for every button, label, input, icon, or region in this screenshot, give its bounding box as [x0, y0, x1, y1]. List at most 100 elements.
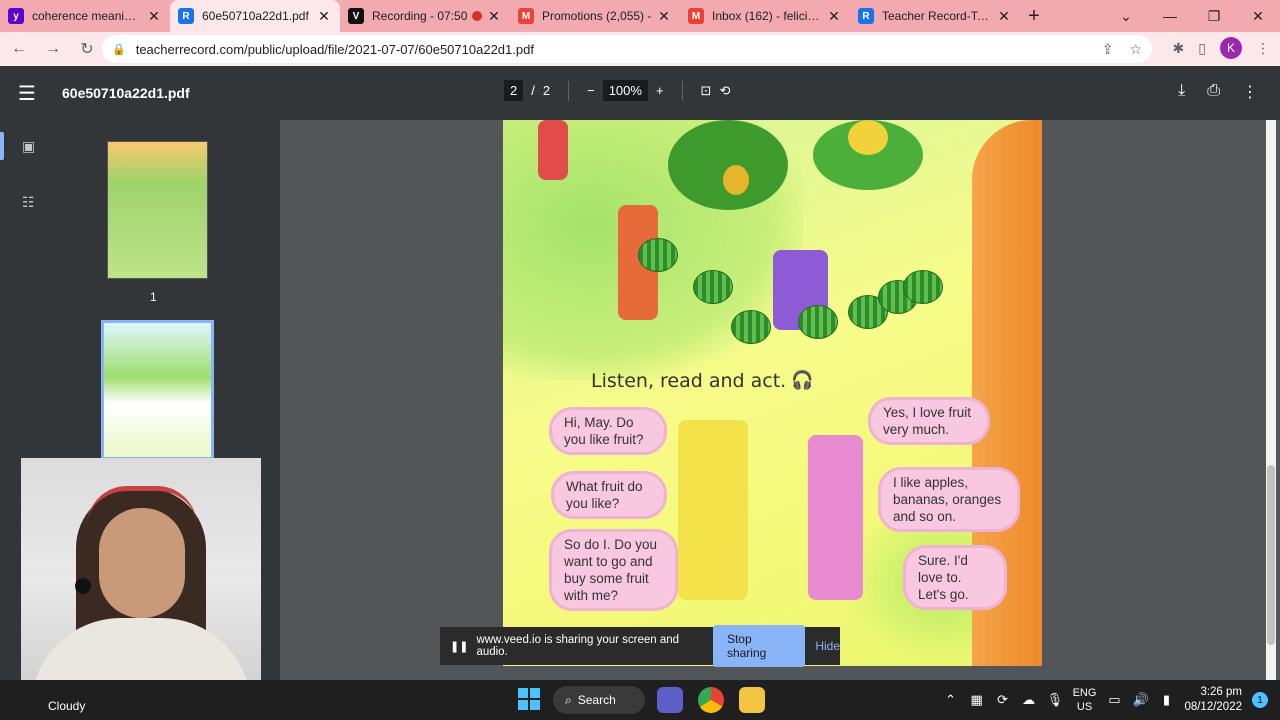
close-icon[interactable]: ✕	[656, 8, 672, 25]
hide-button[interactable]: Hide	[815, 639, 840, 653]
speech-bubble: Hi, May. Do you like fruit?	[552, 410, 664, 452]
file-explorer-icon[interactable]	[739, 687, 765, 713]
tab-title: Teacher Record-Teach	[882, 9, 992, 23]
pdf-viewer[interactable]: Listen, read and act. 🎧 Hi, May. Do you …	[280, 120, 1280, 680]
watermelon-illustration	[693, 270, 733, 304]
url-text: teacherrecord.com/public/upload/file/202…	[135, 41, 534, 57]
thumbnail-label: 1	[150, 290, 157, 304]
page-number-input[interactable]: 2	[504, 80, 524, 101]
teacher-record-icon: R	[858, 8, 874, 24]
scrollbar-thumb[interactable]	[1267, 465, 1275, 645]
profile-avatar[interactable]: K	[1220, 37, 1242, 59]
language-top: ENG	[1072, 687, 1097, 699]
weather-widget[interactable]: Cloudy	[48, 699, 85, 713]
volume-icon[interactable]: 🔊	[1132, 692, 1148, 708]
tab-promotions[interactable]: M Promotions (2,055) - ✕	[510, 0, 680, 32]
url-input[interactable]: 🔒 teacherrecord.com/public/upload/file/2…	[102, 35, 1152, 63]
notification-badge[interactable]: 1	[1252, 692, 1268, 708]
lesson-heading: Listen, read and act.	[591, 370, 787, 392]
close-icon[interactable]: ✕	[486, 8, 502, 25]
print-icon[interactable]: ⎙	[1207, 82, 1220, 102]
vertical-scrollbar[interactable]	[1266, 120, 1276, 680]
zoom-out-icon[interactable]: −	[587, 83, 595, 98]
tab-title: Promotions (2,055) -	[542, 9, 652, 23]
pdf-page: Listen, read and act. 🎧 Hi, May. Do you …	[503, 120, 1042, 666]
banana-illustration	[848, 120, 888, 155]
lock-icon: 🔒	[112, 43, 126, 56]
more-options-icon[interactable]: ⋮	[1242, 82, 1258, 102]
tab-title: Inbox (162) - feliciano	[712, 9, 822, 23]
zoom-input[interactable]: 100%	[602, 80, 648, 101]
stop-sharing-button[interactable]: Stop sharing	[712, 625, 806, 667]
may-illustration	[678, 420, 748, 600]
tab-teacher-record[interactable]: R Teacher Record-Teach ✕	[850, 0, 1020, 32]
tab-pdf[interactable]: R 60e50710a22d1.pdf ✕	[170, 0, 340, 32]
clock[interactable]: 3:26 pm 08/12/2022	[1184, 685, 1242, 715]
chrome-icon[interactable]	[698, 687, 724, 713]
page-separator: /	[531, 83, 535, 98]
reload-icon[interactable]: ↻	[72, 34, 102, 64]
chevron-up-icon[interactable]: ⌃	[943, 692, 959, 708]
windows-start-icon[interactable]	[518, 688, 540, 710]
webcam-overlay[interactable]	[21, 458, 261, 698]
fit-page-icon[interactable]: ⊡	[701, 83, 712, 99]
rotate-icon[interactable]: ⟲	[719, 83, 730, 99]
speech-bubble: I like apples, bananas, oranges and so o…	[881, 470, 1017, 529]
share-icon[interactable]: ⇪	[1102, 41, 1114, 58]
active-indicator	[0, 132, 4, 160]
battery-icon[interactable]: ▮	[1158, 692, 1174, 708]
pause-icon: ❚❚	[450, 640, 469, 653]
close-icon[interactable]: ✕	[996, 8, 1012, 25]
tab-recording[interactable]: V Recording - 07:50 ✕	[340, 0, 510, 32]
veed-icon: V	[348, 8, 364, 24]
zoom-in-icon[interactable]: +	[656, 83, 664, 98]
forward-icon[interactable]: →	[38, 34, 68, 64]
teams-chat-icon[interactable]	[657, 687, 683, 713]
headphones-icon: 🎧	[791, 370, 814, 390]
thumbnails-icon[interactable]: ▣	[22, 138, 40, 156]
app-tray-icon[interactable]: ▦	[969, 692, 985, 708]
restore-icon[interactable]: ❐	[1192, 0, 1236, 32]
extensions-icon[interactable]: ✱	[1173, 40, 1185, 57]
menu-icon[interactable]: ☰	[18, 81, 48, 106]
page-thumbnail-1[interactable]	[107, 141, 208, 279]
bookmark-star-icon[interactable]: ☆	[1129, 41, 1142, 58]
speech-bubble: Sure. I'd love to. Let's go.	[906, 548, 1004, 607]
tab-coherence[interactable]: y coherence meaning - ✕	[0, 0, 170, 32]
network-icon[interactable]: ▭	[1106, 692, 1122, 708]
language-indicator[interactable]: ENG US	[1073, 686, 1097, 714]
side-panel-icon[interactable]: ▯	[1198, 40, 1206, 57]
page-thumbnail-2[interactable]	[101, 320, 214, 460]
close-icon[interactable]: ✕	[146, 8, 162, 25]
pineapple-illustration	[723, 165, 749, 195]
download-icon[interactable]: ⤓	[1178, 82, 1185, 102]
headband	[87, 486, 197, 526]
divider	[568, 80, 570, 101]
chrome-menu-icon[interactable]: ⋮	[1256, 40, 1270, 57]
minimize-icon[interactable]: —	[1148, 0, 1192, 32]
back-icon[interactable]: ←	[4, 34, 34, 64]
share-message: www.veed.io is sharing your screen and a…	[476, 634, 680, 658]
windows-taskbar: Cloudy ⌕ Search ⌃ ▦ ⟳ ☁ 🎙 ENG US ▭ 🔊 ▮ 3…	[0, 680, 1280, 720]
friend-illustration	[808, 435, 863, 600]
search-icon: ⌕	[565, 692, 572, 707]
gmail-icon: M	[518, 8, 534, 24]
address-bar: ← → ↻ 🔒 teacherrecord.com/public/upload/…	[0, 32, 1280, 66]
watermelon-illustration	[903, 270, 943, 304]
sync-icon[interactable]: ⟳	[995, 692, 1011, 708]
child-illustration	[538, 120, 568, 180]
tab-inbox[interactable]: M Inbox (162) - feliciano ✕	[680, 0, 850, 32]
total-pages: 2	[542, 83, 551, 98]
close-window-icon[interactable]: ✕	[1236, 0, 1280, 32]
close-icon[interactable]: ✕	[316, 8, 332, 25]
recording-icon	[472, 11, 482, 21]
taskbar-search[interactable]: ⌕ Search	[553, 686, 645, 714]
outline-icon[interactable]: ☷	[22, 194, 40, 212]
microphone-icon[interactable]: 🎙	[1047, 692, 1064, 708]
cloud-icon[interactable]: ☁	[1021, 692, 1037, 708]
window-controls: ⌄ — ❐ ✕	[1104, 0, 1280, 32]
speech-bubble: Yes, I love fruit very much.	[871, 400, 987, 442]
close-icon[interactable]: ✕	[826, 8, 842, 25]
tab-search-icon[interactable]: ⌄	[1104, 0, 1148, 32]
new-tab-button[interactable]: +	[1020, 0, 1048, 32]
